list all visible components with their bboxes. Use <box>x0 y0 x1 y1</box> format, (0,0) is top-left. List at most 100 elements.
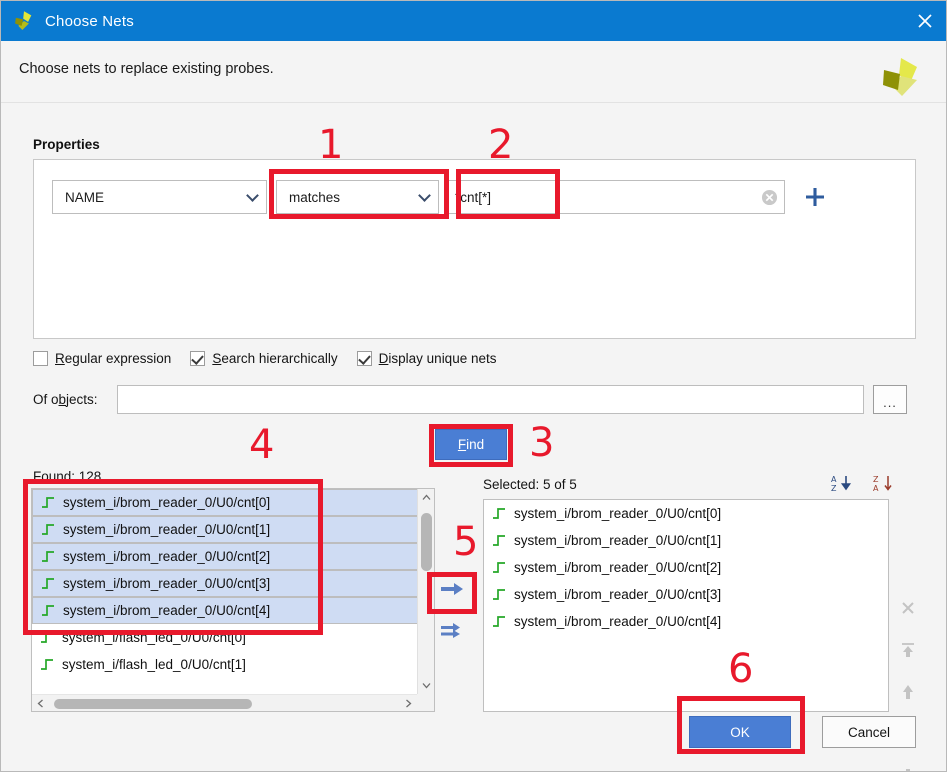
sort-descending-icon[interactable]: Z A <box>873 473 895 493</box>
close-icon <box>917 14 932 28</box>
list-item[interactable]: system_i/brom_reader_0/U0/cnt[1] <box>32 516 434 543</box>
list-item[interactable]: system_i/brom_reader_0/U0/cnt[3] <box>32 570 434 597</box>
mnemonic: F <box>457 437 467 452</box>
list-item-label: system_i/brom_reader_0/U0/cnt[3] <box>514 587 722 602</box>
signal-net-icon <box>42 578 54 589</box>
vivado-pinwheel-logo-icon <box>15 11 32 30</box>
signal-net-icon <box>42 551 54 562</box>
move-to-bottom-icon <box>906 769 910 771</box>
remove-selected-button[interactable] <box>897 598 919 618</box>
list-item[interactable]: system_i/brom_reader_0/U0/cnt[0] <box>484 500 888 527</box>
of-objects-row: Of objects: ... <box>33 385 907 414</box>
list-item-label: system_i/brom_reader_0/U0/cnt[3] <box>63 576 271 591</box>
signal-net-icon <box>41 659 53 670</box>
list-item-label: system_i/brom_reader_0/U0/cnt[1] <box>514 533 722 548</box>
list-item[interactable]: system_i/flash_led_0/U0/cnt[0] <box>32 624 434 651</box>
sort-controls: A Z Z A <box>831 473 895 493</box>
properties-section-label: Properties <box>33 137 100 152</box>
move-up-button[interactable] <box>897 682 919 702</box>
sort-ascending-icon[interactable]: A Z <box>831 473 853 493</box>
list-item-label: system_i/flash_led_0/U0/cnt[1] <box>62 657 246 672</box>
property-filter-row: NAME matches <box>52 180 828 214</box>
move-up-icon <box>903 685 913 699</box>
move-to-bottom-button[interactable] <box>897 766 919 771</box>
move-all-button[interactable] <box>437 619 467 641</box>
list-item[interactable]: system_i/flash_led_0/U0/cnt[1] <box>32 651 434 678</box>
move-to-top-button[interactable] <box>897 640 919 660</box>
checkbox-box <box>356 351 372 366</box>
list-item[interactable]: system_i/brom_reader_0/U0/cnt[1] <box>484 527 888 554</box>
clear-circle-icon[interactable] <box>761 189 778 206</box>
choose-nets-dialog: Choose Nets Choose nets to replace exist… <box>0 0 947 772</box>
found-nets-list[interactable]: system_i/brom_reader_0/U0/cnt[0] system_… <box>31 488 435 712</box>
selected-nets-list[interactable]: system_i/brom_reader_0/U0/cnt[0] system_… <box>483 499 889 712</box>
label-rest: earch hierarchically <box>221 351 338 366</box>
list-item-label: system_i/brom_reader_0/U0/cnt[0] <box>63 495 271 510</box>
list-item[interactable]: system_i/brom_reader_0/U0/cnt[0] <box>32 489 434 516</box>
search-options-row: Regular expression Search hierarchically… <box>33 351 515 366</box>
move-to-top-icon <box>902 643 914 657</box>
search-hierarchically-checkbox[interactable]: Search hierarchically <box>190 351 338 366</box>
signal-net-icon <box>42 605 54 616</box>
selected-nets-rows: system_i/brom_reader_0/U0/cnt[0] system_… <box>484 500 888 711</box>
signal-net-icon <box>42 497 54 508</box>
mnemonic: S <box>212 351 222 366</box>
display-unique-nets-label: Display unique nets <box>379 351 497 366</box>
dialog-body: Properties NAME matches *cnt[*] Regular … <box>1 103 946 771</box>
regular-expression-checkbox[interactable]: Regular expression <box>33 351 171 366</box>
scroll-up-button[interactable] <box>418 489 434 506</box>
find-button[interactable]: Find <box>435 429 507 460</box>
list-item[interactable]: system_i/brom_reader_0/U0/cnt[2] <box>32 543 434 570</box>
close-button[interactable] <box>901 1 946 41</box>
scrollbar-thumb[interactable] <box>54 699 252 709</box>
signal-net-icon <box>493 616 505 627</box>
of-objects-label: Of objects: <box>33 392 117 407</box>
list-item-label: system_i/brom_reader_0/U0/cnt[4] <box>63 603 271 618</box>
checkbox-box <box>33 351 48 366</box>
attribute-select[interactable]: NAME <box>52 180 267 214</box>
label-post: jects: <box>66 392 98 407</box>
scrollbar-thumb[interactable] <box>421 513 432 571</box>
chevron-up-icon <box>422 494 431 500</box>
label-rest: isplay unique nets <box>388 351 497 366</box>
checkbox-box <box>190 351 206 366</box>
close-x-icon <box>902 602 914 614</box>
mnemonic: R <box>55 351 65 366</box>
title-bar: Choose Nets <box>1 1 946 41</box>
header-instruction: Choose nets to replace existing probes. <box>19 61 274 77</box>
list-item-label: system_i/brom_reader_0/U0/cnt[1] <box>63 522 271 537</box>
list-item-label: system_i/brom_reader_0/U0/cnt[0] <box>514 506 722 521</box>
of-objects-browse-button[interactable]: ... <box>873 385 907 414</box>
selected-count-label: Selected: 5 of 5 <box>483 477 577 492</box>
svg-text:A: A <box>873 484 879 493</box>
add-filter-button[interactable] <box>802 184 828 210</box>
scroll-left-button[interactable] <box>32 695 49 711</box>
operator-select[interactable]: matches <box>276 180 439 214</box>
scrollbar-corner <box>417 694 434 711</box>
vivado-logo-icon <box>883 58 917 96</box>
list-item[interactable]: system_i/brom_reader_0/U0/cnt[2] <box>484 554 888 581</box>
scroll-down-button[interactable] <box>418 677 434 694</box>
chevron-down-icon <box>422 683 431 689</box>
find-label-rest: ind <box>466 437 485 452</box>
pattern-input-wrapper <box>447 180 785 214</box>
transfer-controls <box>437 578 467 641</box>
found-nets-rows: system_i/brom_reader_0/U0/cnt[0] system_… <box>32 489 434 711</box>
scroll-right-button[interactable] <box>400 695 417 711</box>
list-item[interactable]: system_i/brom_reader_0/U0/cnt[4] <box>32 597 434 624</box>
signal-net-icon <box>493 589 505 600</box>
window-title: Choose Nets <box>45 12 134 30</box>
pattern-input[interactable] <box>447 180 785 214</box>
move-selected-button[interactable] <box>437 578 467 600</box>
dialog-header: Choose nets to replace existing probes. <box>1 41 946 103</box>
cancel-button[interactable]: Cancel <box>822 716 916 748</box>
found-list-vertical-scrollbar[interactable] <box>417 489 434 694</box>
list-item[interactable]: system_i/brom_reader_0/U0/cnt[4] <box>484 608 888 635</box>
display-unique-nets-checkbox[interactable]: Display unique nets <box>356 351 497 366</box>
label-pre: Of o <box>33 392 59 407</box>
list-item[interactable]: system_i/brom_reader_0/U0/cnt[3] <box>484 581 888 608</box>
plus-icon <box>806 188 824 206</box>
ok-button[interactable]: OK <box>689 716 791 748</box>
found-list-horizontal-scrollbar[interactable] <box>32 694 417 711</box>
of-objects-input[interactable] <box>117 385 864 414</box>
